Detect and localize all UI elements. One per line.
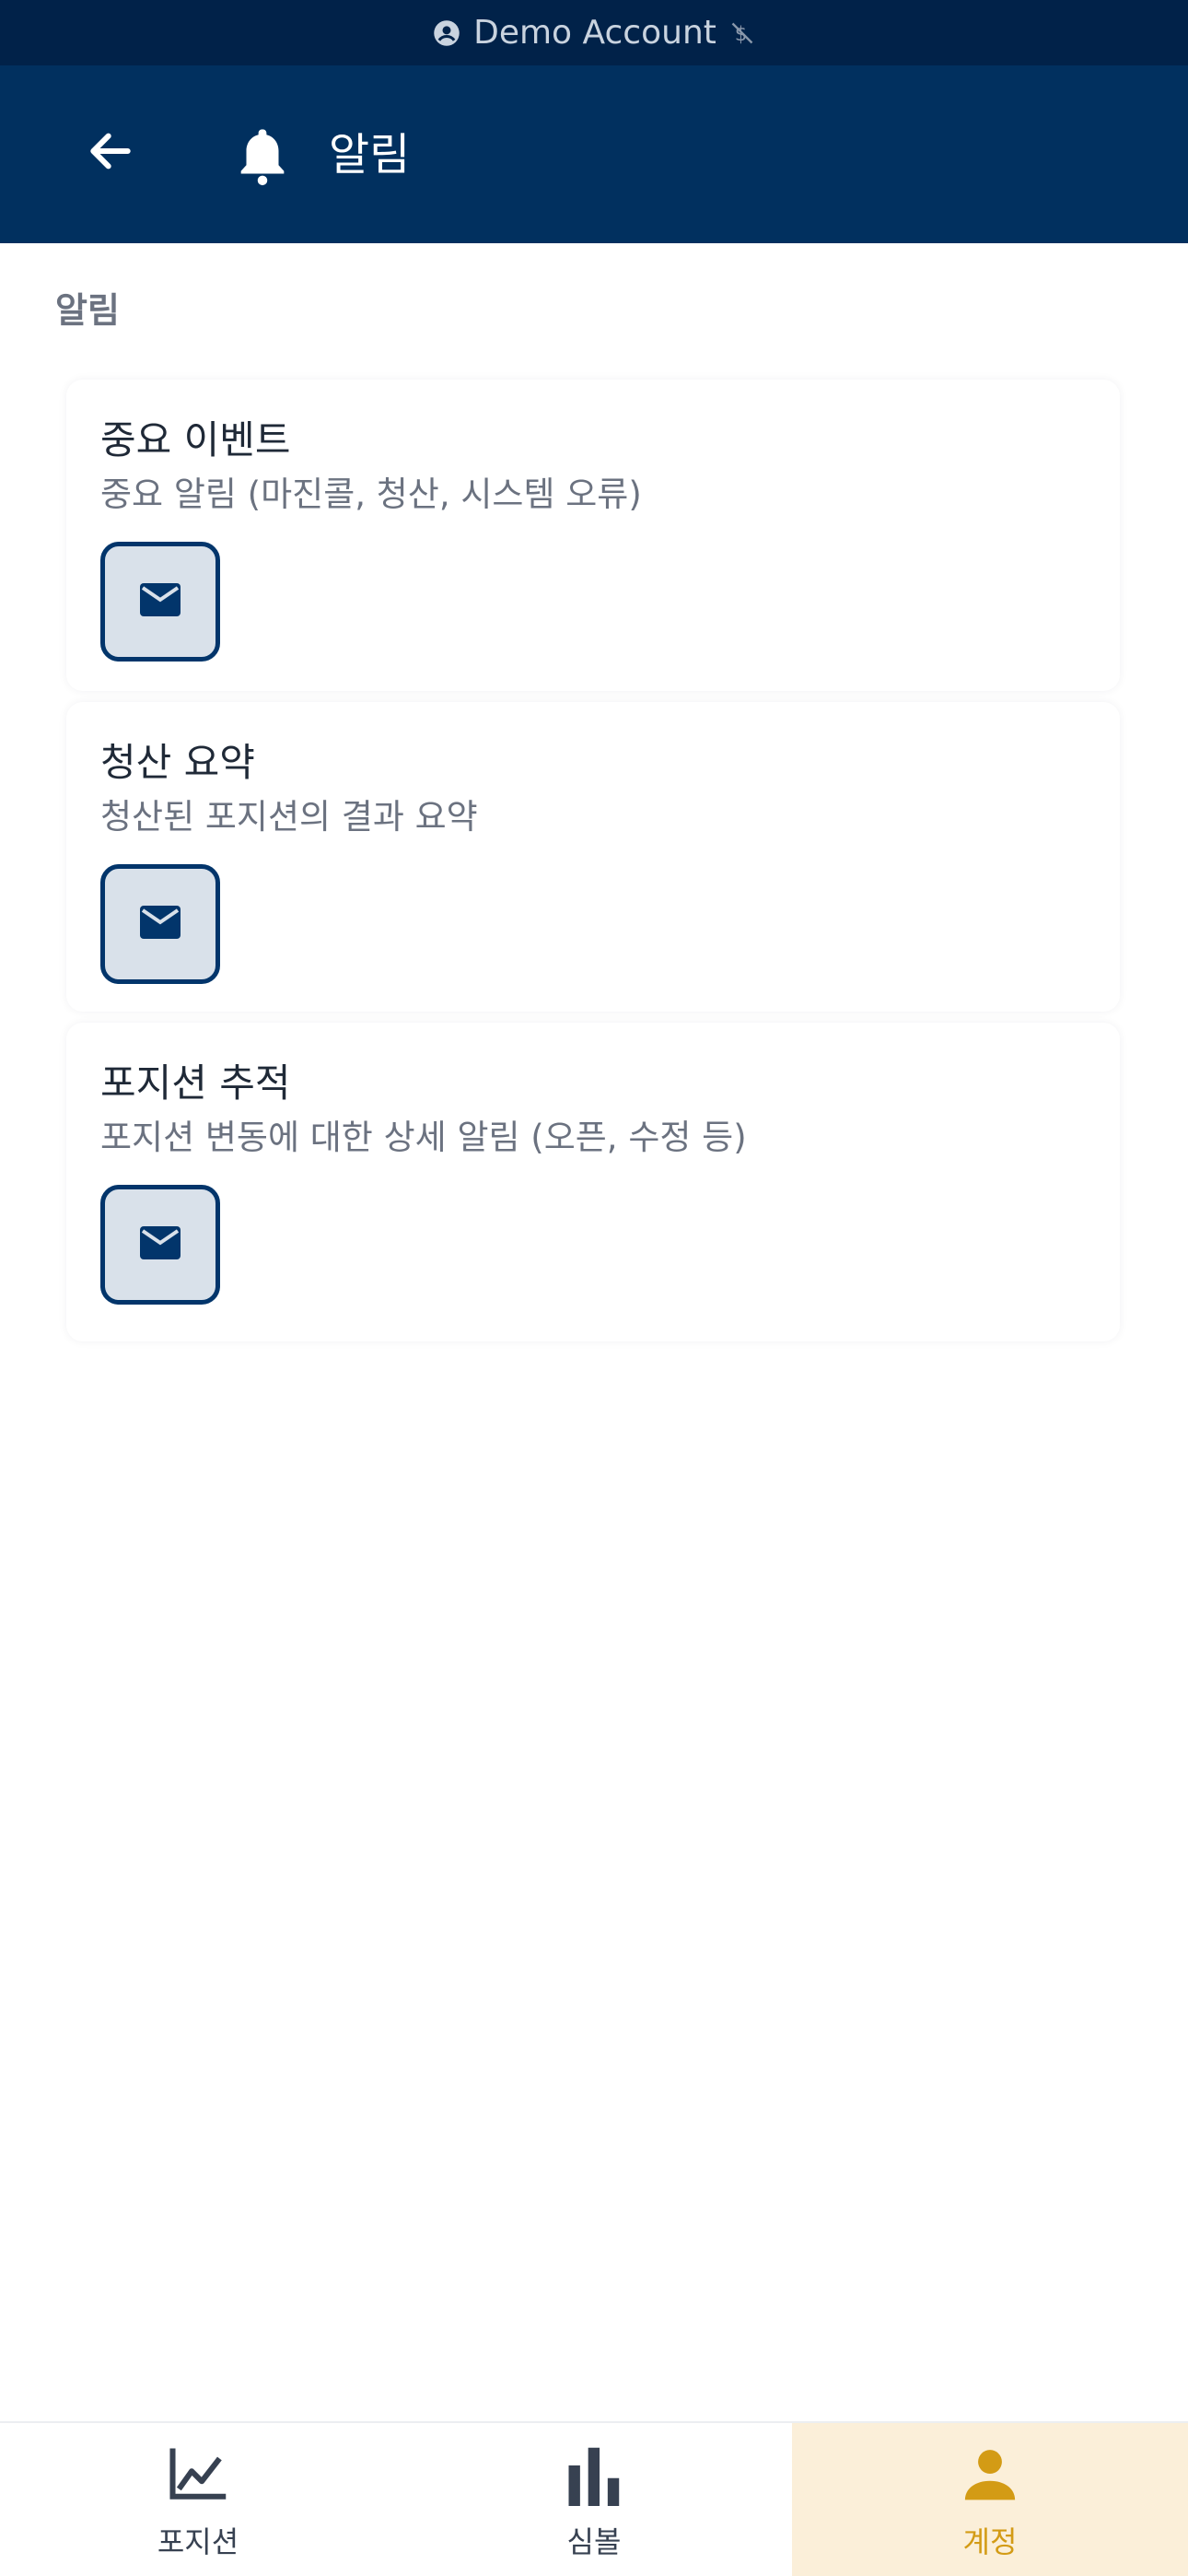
arrow-back-icon	[85, 125, 136, 181]
email-toggle-button[interactable]	[100, 1185, 220, 1305]
card-description: 중요 알림 (마진콜, 청산, 시스템 오류)	[100, 474, 642, 514]
demo-account-label: Demo Account	[473, 14, 716, 52]
demo-account-banner: Demo Account $	[0, 0, 1188, 65]
page-title: 알림	[329, 129, 411, 181]
back-button[interactable]	[78, 121, 143, 185]
money-off-icon: $	[729, 20, 755, 46]
email-toggle-button[interactable]	[100, 542, 220, 662]
line-chart-icon	[168, 2445, 228, 2506]
person-icon	[961, 2445, 1019, 2506]
notification-card-liquidation-summary: 청산 요약 청산된 포지션의 결과 요약	[66, 702, 1120, 1012]
bell-icon	[230, 123, 295, 189]
nav-item-symbols[interactable]: 심볼	[396, 2423, 792, 2576]
nav-item-positions[interactable]: 포지션	[0, 2423, 396, 2576]
bottom-navigation: 포지션 심볼 계정	[0, 2421, 1188, 2576]
nav-label-positions: 포지션	[157, 2524, 239, 2559]
mail-icon	[138, 581, 182, 622]
nav-item-account[interactable]: 계정	[792, 2423, 1188, 2576]
card-title: 청산 요약	[100, 740, 255, 785]
email-toggle-button[interactable]	[100, 864, 220, 984]
notification-card-position-tracking: 포지션 추적 포지션 변동에 대한 상세 알림 (오픈, 수정 등)	[66, 1023, 1120, 1341]
card-title: 포지션 추적	[100, 1060, 291, 1106]
card-description: 청산된 포지션의 결과 요약	[100, 797, 478, 837]
bar-chart-icon	[565, 2445, 623, 2510]
section-label: 알림	[55, 290, 120, 331]
nav-label-account: 계정	[962, 2524, 1018, 2559]
card-title: 중요 이벤트	[100, 417, 291, 463]
nav-label-symbols: 심볼	[566, 2524, 622, 2559]
notification-card-critical-events: 중요 이벤트 중요 알림 (마진콜, 청산, 시스템 오류)	[66, 380, 1120, 691]
mail-icon	[138, 1224, 182, 1265]
card-description: 포지션 변동에 대한 상세 알림 (오픈, 수정 등)	[100, 1118, 747, 1157]
account-circle-icon	[433, 19, 460, 47]
app-bar: 알림	[0, 65, 1188, 243]
mail-icon	[138, 904, 182, 944]
